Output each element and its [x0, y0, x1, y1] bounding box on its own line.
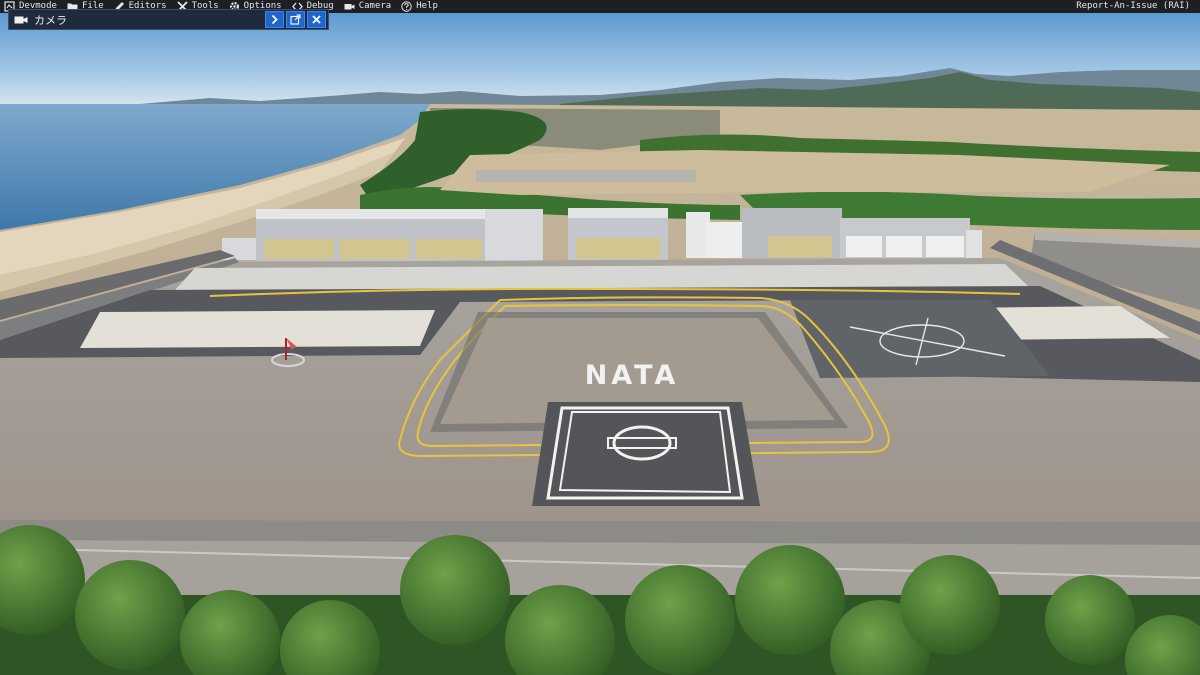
helipad [532, 402, 760, 506]
camera-close-button[interactable] [307, 11, 326, 28]
menu-label: Help [416, 1, 438, 11]
report-issue-label: Report-An-Issue (RAI) [1076, 1, 1190, 11]
camera-icon [344, 1, 355, 12]
menu-help[interactable]: Help [396, 0, 443, 13]
close-icon [311, 14, 322, 25]
airfield-scene: NATA [0, 0, 1200, 675]
report-issue-button[interactable]: Report-An-Issue (RAI) [1071, 0, 1200, 13]
camera-panel-title: カメラ [34, 13, 67, 27]
simulator-viewport[interactable]: NATA [0, 0, 1200, 675]
popout-icon [290, 14, 301, 25]
camera-panel[interactable]: カメラ [8, 9, 329, 30]
video-camera-icon [14, 14, 28, 26]
camera-popout-button[interactable] [286, 11, 305, 28]
menu-camera[interactable]: Camera [339, 0, 397, 13]
camera-expand-button[interactable] [265, 11, 284, 28]
menu-label: Camera [358, 1, 392, 11]
help-icon [401, 1, 412, 12]
ground-marking: NATA [585, 360, 680, 391]
chevron-right-icon [269, 14, 280, 25]
